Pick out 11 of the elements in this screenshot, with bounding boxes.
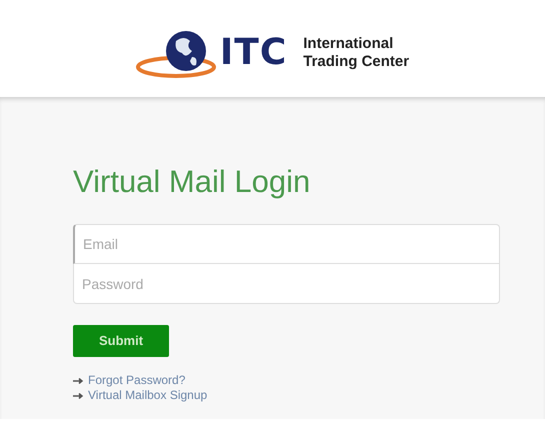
email-field[interactable]: Email xyxy=(73,224,500,264)
arrow-icon xyxy=(73,392,84,399)
page-title: Virtual Mail Login xyxy=(73,163,312,200)
link[interactable]: Forgot Password? xyxy=(88,373,186,388)
logo-text: ITC xyxy=(220,34,288,70)
arrow-icon xyxy=(73,378,84,384)
password-field[interactable]: Password xyxy=(73,264,500,304)
company-name: Trading Center xyxy=(303,52,410,70)
link[interactable]: Virtual Mailbox Signup xyxy=(88,388,208,404)
company-name: International xyxy=(303,35,394,52)
submit-button[interactable]: Submit xyxy=(73,325,169,358)
